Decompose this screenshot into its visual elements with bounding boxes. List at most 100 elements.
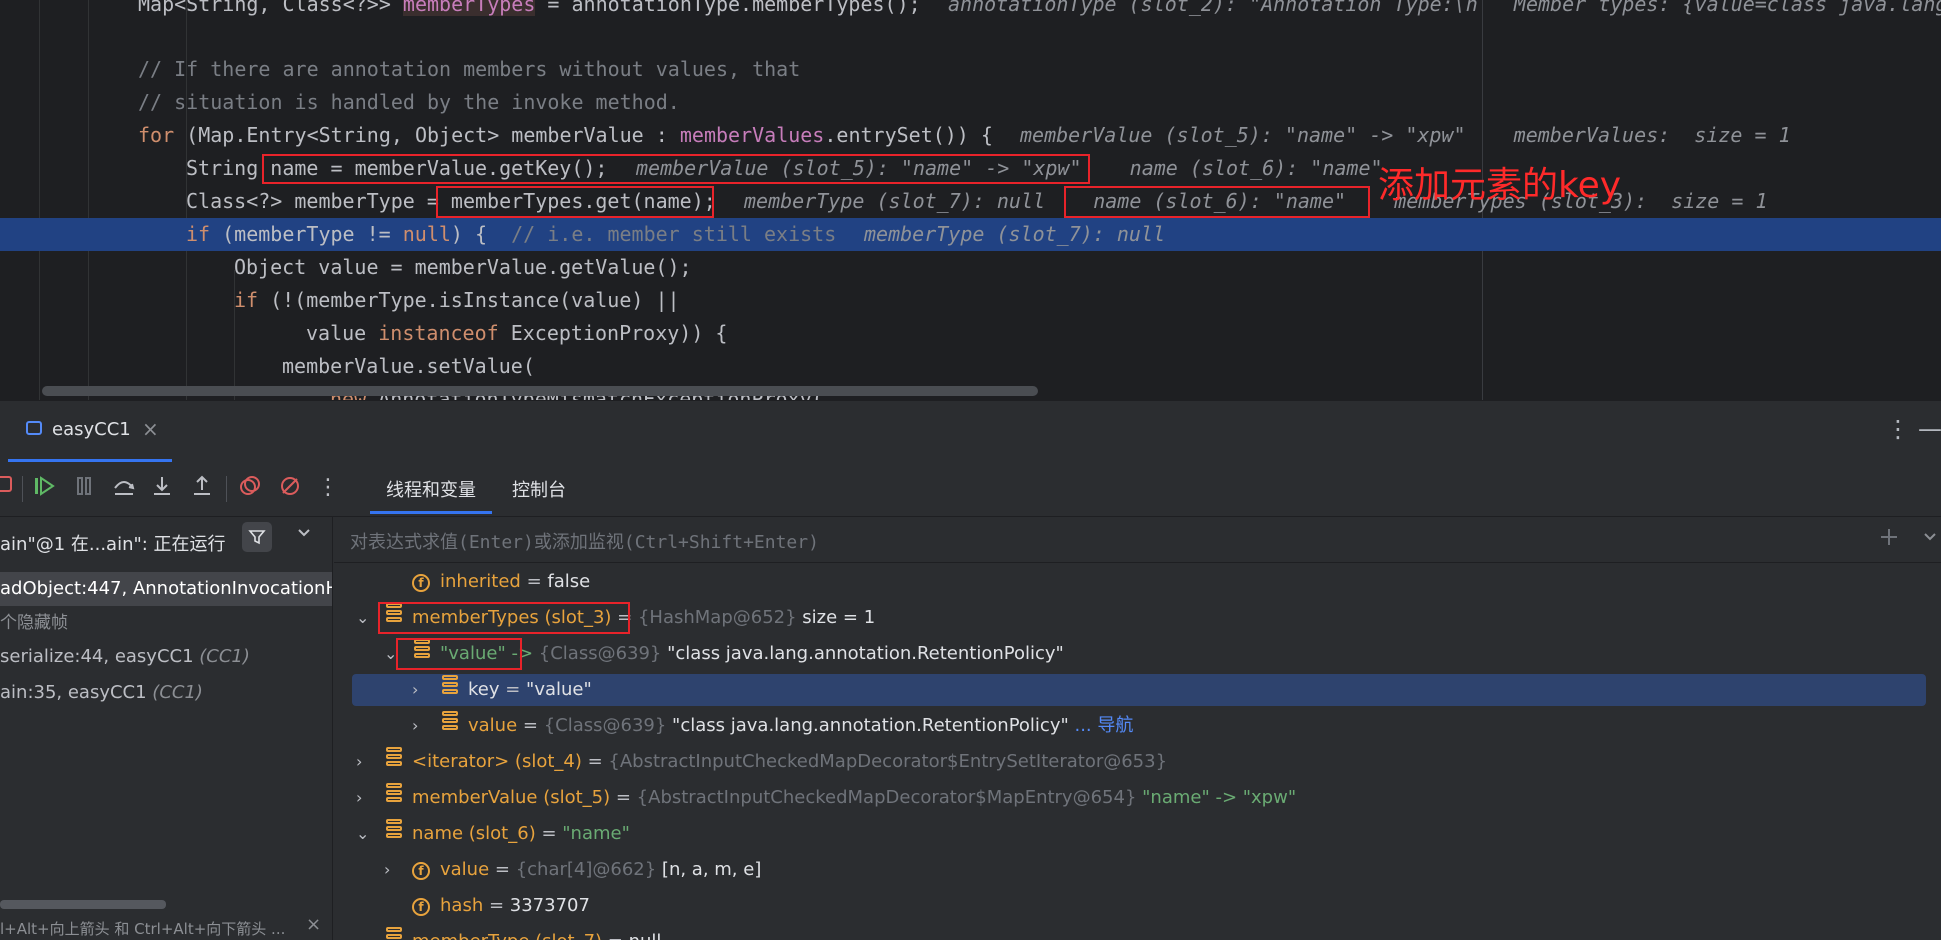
var-name: memberType (slot_7) [412, 931, 602, 940]
step-out-button[interactable] [188, 474, 216, 502]
frame-label: serialize:44, easyCC1 [0, 646, 200, 667]
database-icon [386, 744, 402, 780]
stack-frame[interactable]: adObject:447, AnnotationInvocationHa [0, 572, 332, 606]
tab-threads-variables[interactable]: 线程和变量 [370, 476, 492, 514]
annotation-box [262, 154, 1090, 184]
add-watch-icon[interactable] [1878, 526, 1900, 554]
step-over-button[interactable] [110, 474, 138, 502]
annotation-box [396, 638, 522, 670]
code-line-1[interactable]: Map<String, Class<?>> memberTypes = anno… [0, 0, 1941, 21]
chevron-right-icon[interactable]: › [356, 780, 362, 816]
debug-tool-window: easyCC1 × ⋮ — ⋮ 线程和变量 控制台 ain"@1 在...ain… [0, 400, 1941, 940]
variable-row[interactable]: › value = {Class@639} "class java.lang.a… [334, 708, 1941, 744]
variable-row[interactable]: memberType (slot_7) = null [334, 924, 1941, 940]
frame-label: 个隐藏帧 [0, 613, 68, 633]
close-icon[interactable]: × [306, 914, 321, 935]
var-value: "value" [526, 679, 592, 700]
var-eq: = [483, 895, 510, 916]
var-type: {AbstractInputCheckedMapDecorator$EntryS… [608, 751, 1168, 772]
chevron-down-icon[interactable]: ⌄ [356, 600, 369, 636]
code-line-11[interactable]: value instanceof ExceptionProxy)) { [0, 317, 1941, 350]
breakpoints-icon [240, 476, 260, 495]
var-value: "class java.lang.annotation.RetentionPol… [661, 643, 1064, 664]
hidden-frames-toggle[interactable]: 个隐藏帧 [0, 606, 332, 640]
filter-icon[interactable] [242, 522, 272, 552]
navigation-hint: l+Alt+向上箭头 和 Ctrl+Alt+向下箭头 ... [0, 920, 286, 938]
current-execution-line[interactable]: if (memberType != null) { // i.e. member… [0, 218, 1941, 251]
funnel-icon [248, 530, 266, 545]
panel-splitter[interactable] [332, 516, 333, 940]
run-config-label: easyCC1 [52, 419, 131, 440]
inline-debug-value: annotationType (slot_2): "Annotation Typ… [948, 0, 1941, 16]
code-text: if (!(memberType.isInstance(value) || [234, 288, 680, 312]
variable-row[interactable]: › <iterator> (slot_4) = {AbstractInputCh… [334, 744, 1941, 780]
field-icon: f [412, 564, 430, 600]
variable-row[interactable]: f hash = 3373707 [334, 888, 1941, 924]
toolbar-separator [226, 476, 227, 502]
debugger-subtabs: 线程和变量 控制台 [330, 460, 1941, 516]
chevron-right-icon[interactable]: › [412, 672, 418, 708]
frame-class: (CC1) [199, 646, 250, 667]
variable-row[interactable]: › memberValue (slot_5) = {AbstractInputC… [334, 780, 1941, 816]
chevron-down-icon[interactable] [296, 524, 312, 544]
variable-row[interactable]: f inherited = false [334, 564, 1941, 600]
minimize-icon[interactable]: — [1918, 415, 1941, 443]
resume-icon [35, 476, 55, 496]
more-options-icon[interactable]: ⋮ [1886, 415, 1910, 443]
add-watch-svg [1881, 529, 1897, 545]
stop-button[interactable] [0, 474, 18, 502]
code-line-5[interactable]: for (Map.Entry<String, Object> memberVal… [0, 119, 1941, 152]
chevron-right-icon[interactable]: › [384, 852, 390, 888]
code-text: for (Map.Entry<String, Object> memberVal… [138, 123, 993, 147]
view-breakpoints-button[interactable] [236, 474, 264, 502]
chevron-down-icon[interactable] [1922, 528, 1938, 548]
var-eq: = [581, 751, 609, 772]
code-line-3[interactable]: // If there are annotation members witho… [0, 53, 1941, 86]
var-value: size = 1 [796, 607, 876, 628]
evaluate-expression-input[interactable]: 对表达式求值(Enter)或添加监视(Ctrl+Shift+Enter) [334, 518, 1941, 563]
var-name: memberValue (slot_5) [412, 787, 611, 808]
var-name: key [468, 679, 500, 700]
field-icon: f [412, 852, 430, 888]
run-config-tab[interactable]: easyCC1 × [8, 401, 172, 462]
database-icon [386, 780, 402, 816]
step-into-button[interactable] [148, 474, 176, 502]
frames-horizontal-scrollbar[interactable] [0, 900, 166, 909]
code-comment: // situation is handled by the invoke me… [138, 90, 680, 114]
variable-row-selected[interactable]: › key = "value" [334, 672, 1941, 708]
annotation-box [436, 186, 714, 218]
navigate-link[interactable]: ... 导航 [1069, 715, 1133, 736]
chevron-right-icon[interactable]: › [412, 708, 418, 744]
chevron-down-icon[interactable]: ⌄ [356, 816, 369, 852]
variable-row[interactable]: ⌄ "value" -> {Class@639} "class java.lan… [334, 636, 1941, 672]
variable-row[interactable]: › f value = {char[4]@662} [n, a, m, e] [334, 852, 1941, 888]
var-type: {HashMap@652} [637, 607, 797, 628]
stack-frame[interactable]: serialize:44, easyCC1 (CC1) [0, 640, 332, 674]
tab-console[interactable]: 控制台 [512, 476, 566, 502]
mute-breakpoints-icon [281, 477, 299, 495]
code-text: Map<String, Class<?>> memberTypes = anno… [138, 0, 921, 21]
eval-placeholder: 对表达式求值(Enter)或添加监视(Ctrl+Shift+Enter) [350, 532, 819, 553]
resume-button[interactable] [30, 474, 58, 502]
code-line-4[interactable]: // situation is handled by the invoke me… [0, 86, 1941, 119]
code-line-12[interactable]: memberValue.setValue( [0, 350, 1941, 383]
mute-breakpoints-button[interactable] [276, 474, 304, 502]
code-editor[interactable]: Map<String, Class<?>> memberTypes = anno… [0, 0, 1941, 400]
thread-selector[interactable]: ain"@1 在...ain": 正在运行 [0, 518, 332, 564]
code-line-10[interactable]: if (!(memberType.isInstance(value) || [0, 284, 1941, 317]
chevron-right-icon[interactable]: › [356, 744, 362, 780]
code-line-9[interactable]: Object value = memberValue.getValue(); [0, 251, 1941, 284]
code-text: if (memberType != null) { // i.e. member… [186, 222, 837, 246]
thread-label: ain"@1 在...ain": 正在运行 [0, 534, 226, 555]
pause-icon [77, 477, 91, 495]
variable-row[interactable]: ⌄ name (slot_6) = "name" [334, 816, 1941, 852]
toolbar-separator [22, 476, 23, 502]
close-icon[interactable]: × [142, 417, 159, 441]
editor-horizontal-scrollbar[interactable] [42, 386, 1038, 396]
step-into-icon [154, 477, 170, 495]
frame-class: (CC1) [152, 682, 203, 703]
frame-label: adObject:447, AnnotationInvocationHa [0, 578, 332, 599]
pause-button[interactable] [70, 474, 98, 502]
stack-frame[interactable]: ain:35, easyCC1 (CC1) [0, 676, 332, 710]
code-line-7[interactable]: Class<?> memberType = memberTypes.get(na… [0, 185, 1941, 218]
